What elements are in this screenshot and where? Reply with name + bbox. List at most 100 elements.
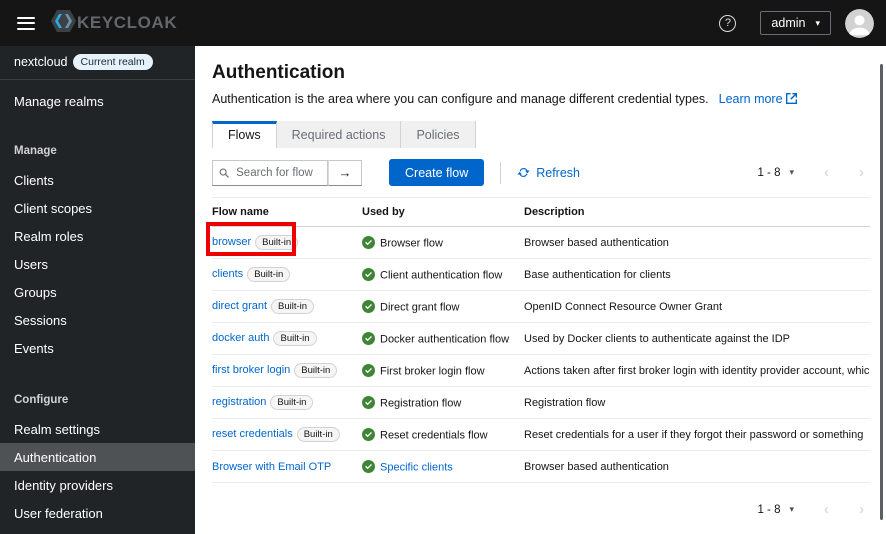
user-menu-dropdown[interactable]: admin ▾ [760, 11, 831, 35]
flow-name-link[interactable]: docker auth [212, 332, 269, 344]
masthead-right: ? admin ▾ [719, 8, 874, 38]
tab-required-actions[interactable]: Required actions [276, 121, 402, 148]
flow-description: Registration flow [524, 386, 870, 419]
learn-more-link[interactable]: Learn more [719, 92, 797, 106]
column-flow-name: Flow name [212, 198, 362, 227]
sidebar-item-authentication[interactable]: Authentication [0, 443, 195, 471]
success-check-icon [362, 331, 375, 345]
flow-row: docker auth Built-in Docker authentication… [212, 322, 870, 355]
pagination-prev-icon[interactable]: ‹ [824, 502, 829, 517]
pagination-top: 1 - 8 ▾ ‹ › [757, 165, 864, 180]
used-by-cell: Docker authentication flow [362, 322, 524, 355]
create-flow-button[interactable]: Create flow [389, 159, 485, 186]
built-in-badge: Built-in [255, 235, 299, 250]
success-check-icon [362, 459, 375, 473]
flow-name-link[interactable]: reset credentials [212, 428, 293, 440]
pagination-prev-icon[interactable]: ‹ [824, 165, 829, 180]
success-check-icon [362, 267, 375, 281]
used-by-cell: Client authentication flow [362, 258, 524, 291]
used-by-link[interactable]: Specific clients [380, 461, 453, 473]
page-title: Authentication [212, 62, 345, 83]
sidebar-item-client-scopes[interactable]: Client scopes [0, 194, 195, 222]
flow-description: Browser based authentication [524, 226, 870, 259]
help-icon[interactable]: ? [719, 14, 737, 32]
flow-name-cell: reset credentials Built-in [212, 418, 362, 451]
page-description-text: Authentication is the area where you can… [212, 92, 709, 106]
nav-section: Manage Clients Client scopes Realm roles Use… [0, 141, 195, 362]
nav-section-label: Configure [14, 394, 69, 406]
user-avatar[interactable] [845, 8, 874, 38]
sidebar-nav: nextcloud Current realm Manage realms Ma… [0, 46, 195, 534]
flow-name-link[interactable]: direct grant [212, 300, 267, 312]
pagination-next-icon[interactable]: › [859, 165, 864, 180]
flow-row: direct grant Built-in Direct grant flow Ope… [212, 290, 870, 323]
flow-row: registration Built-in Registration flow Reg… [212, 386, 870, 419]
built-in-badge: Built-in [296, 427, 340, 442]
used-by-text: Registration flow [380, 397, 462, 410]
sidebar-item-events[interactable]: Events [0, 334, 195, 362]
sidebar-item-identity-providers[interactable]: Identity providers [0, 471, 195, 499]
pagination-range: 1 - 8 [757, 503, 781, 516]
sidebar-item-groups[interactable]: Groups [0, 278, 195, 306]
sidebar-item-manage-realms[interactable]: Manage realms [0, 80, 195, 123]
pagination-caret-icon[interactable]: ▾ [789, 504, 794, 515]
built-in-badge: Built-in [294, 363, 338, 378]
flow-name-link[interactable]: registration [212, 396, 266, 408]
pagination-bottom: 1 - 8 ▾ ‹ › [212, 502, 870, 517]
flow-description: Used by Docker clients to authenticate a… [524, 322, 870, 355]
toolbar-divider [500, 161, 502, 184]
caret-down-icon: ▾ [815, 17, 820, 28]
search-submit-button[interactable]: → [328, 159, 362, 186]
current-realm-badge: Current realm [72, 54, 153, 70]
keycloak-logo-icon [51, 9, 76, 37]
external-link-icon [785, 93, 797, 104]
sidebar-item-clients[interactable]: Clients [0, 166, 195, 194]
flow-row: Browser with Email OTP Specific clients Br… [212, 450, 870, 483]
scrollbar[interactable] [880, 64, 883, 520]
masthead: KEYCLOAK ? admin ▾ [0, 0, 886, 46]
flow-name-cell: Browser with Email OTP [212, 450, 362, 483]
flow-row: first broker login Built-in First broker l… [212, 354, 870, 387]
built-in-badge: Built-in [247, 267, 291, 282]
pagination-caret-icon[interactable]: ▾ [789, 167, 794, 178]
built-in-badge: Built-in [270, 395, 314, 410]
brand-text: KEYCLOAK [77, 13, 178, 32]
sidebar-item-realm-roles[interactable]: Realm roles [0, 222, 195, 250]
table-header-row: Flow name Used by Description [212, 198, 870, 227]
used-by-text: First broker login flow [380, 365, 485, 378]
used-by-text: Browser flow [380, 237, 443, 250]
success-check-icon [362, 363, 375, 377]
menu-toggle-icon[interactable] [17, 13, 35, 33]
sidebar-item-user-federation[interactable]: User federation [0, 499, 195, 527]
sidebar-item-users[interactable]: Users [0, 250, 195, 278]
pagination-next-icon[interactable]: › [859, 502, 864, 517]
flow-row: browser Built-in Browser flow Browser based… [212, 226, 870, 259]
used-by-cell: Specific clients [362, 450, 524, 483]
flow-description: Browser based authentication [524, 450, 870, 483]
flow-name-link[interactable]: clients [212, 268, 243, 280]
search-input[interactable] [234, 165, 321, 180]
sidebar-item-realm-settings[interactable]: Realm settings [0, 415, 195, 443]
column-description: Description [524, 198, 870, 227]
sidebar-item-sessions[interactable]: Sessions [0, 306, 195, 334]
flow-name-cell: direct grant Built-in [212, 290, 362, 323]
realm-selector[interactable]: nextcloud Current realm [0, 46, 195, 80]
tab-flows[interactable]: Flows [212, 121, 277, 148]
keycloak-brand: KEYCLOAK [51, 9, 178, 37]
search-group: → [212, 159, 362, 186]
flow-name-link[interactable]: first broker login [212, 364, 290, 376]
flow-name-link[interactable]: browser [212, 236, 251, 248]
toolbar: → Create flow Refresh 1 - 8 ▾ ‹ › [212, 159, 870, 198]
refresh-icon [517, 168, 530, 177]
nav-sections: Manage Clients Client scopes Realm roles Use… [0, 141, 195, 527]
built-in-badge: Built-in [273, 331, 317, 346]
used-by-text: Reset credentials flow [380, 429, 488, 442]
tab-bar: Flows Required actions Policies [212, 121, 870, 148]
flow-name-link[interactable]: Browser with Email OTP [212, 461, 331, 473]
flow-name-cell: browser Built-in [212, 226, 362, 259]
flow-name-cell: clients Built-in [212, 258, 362, 291]
tab-policies[interactable]: Policies [401, 121, 476, 148]
flows-table-body: browser Built-in Browser flow Browser based… [212, 226, 870, 483]
refresh-button[interactable]: Refresh [517, 166, 580, 180]
used-by-text: Direct grant flow [380, 301, 460, 314]
